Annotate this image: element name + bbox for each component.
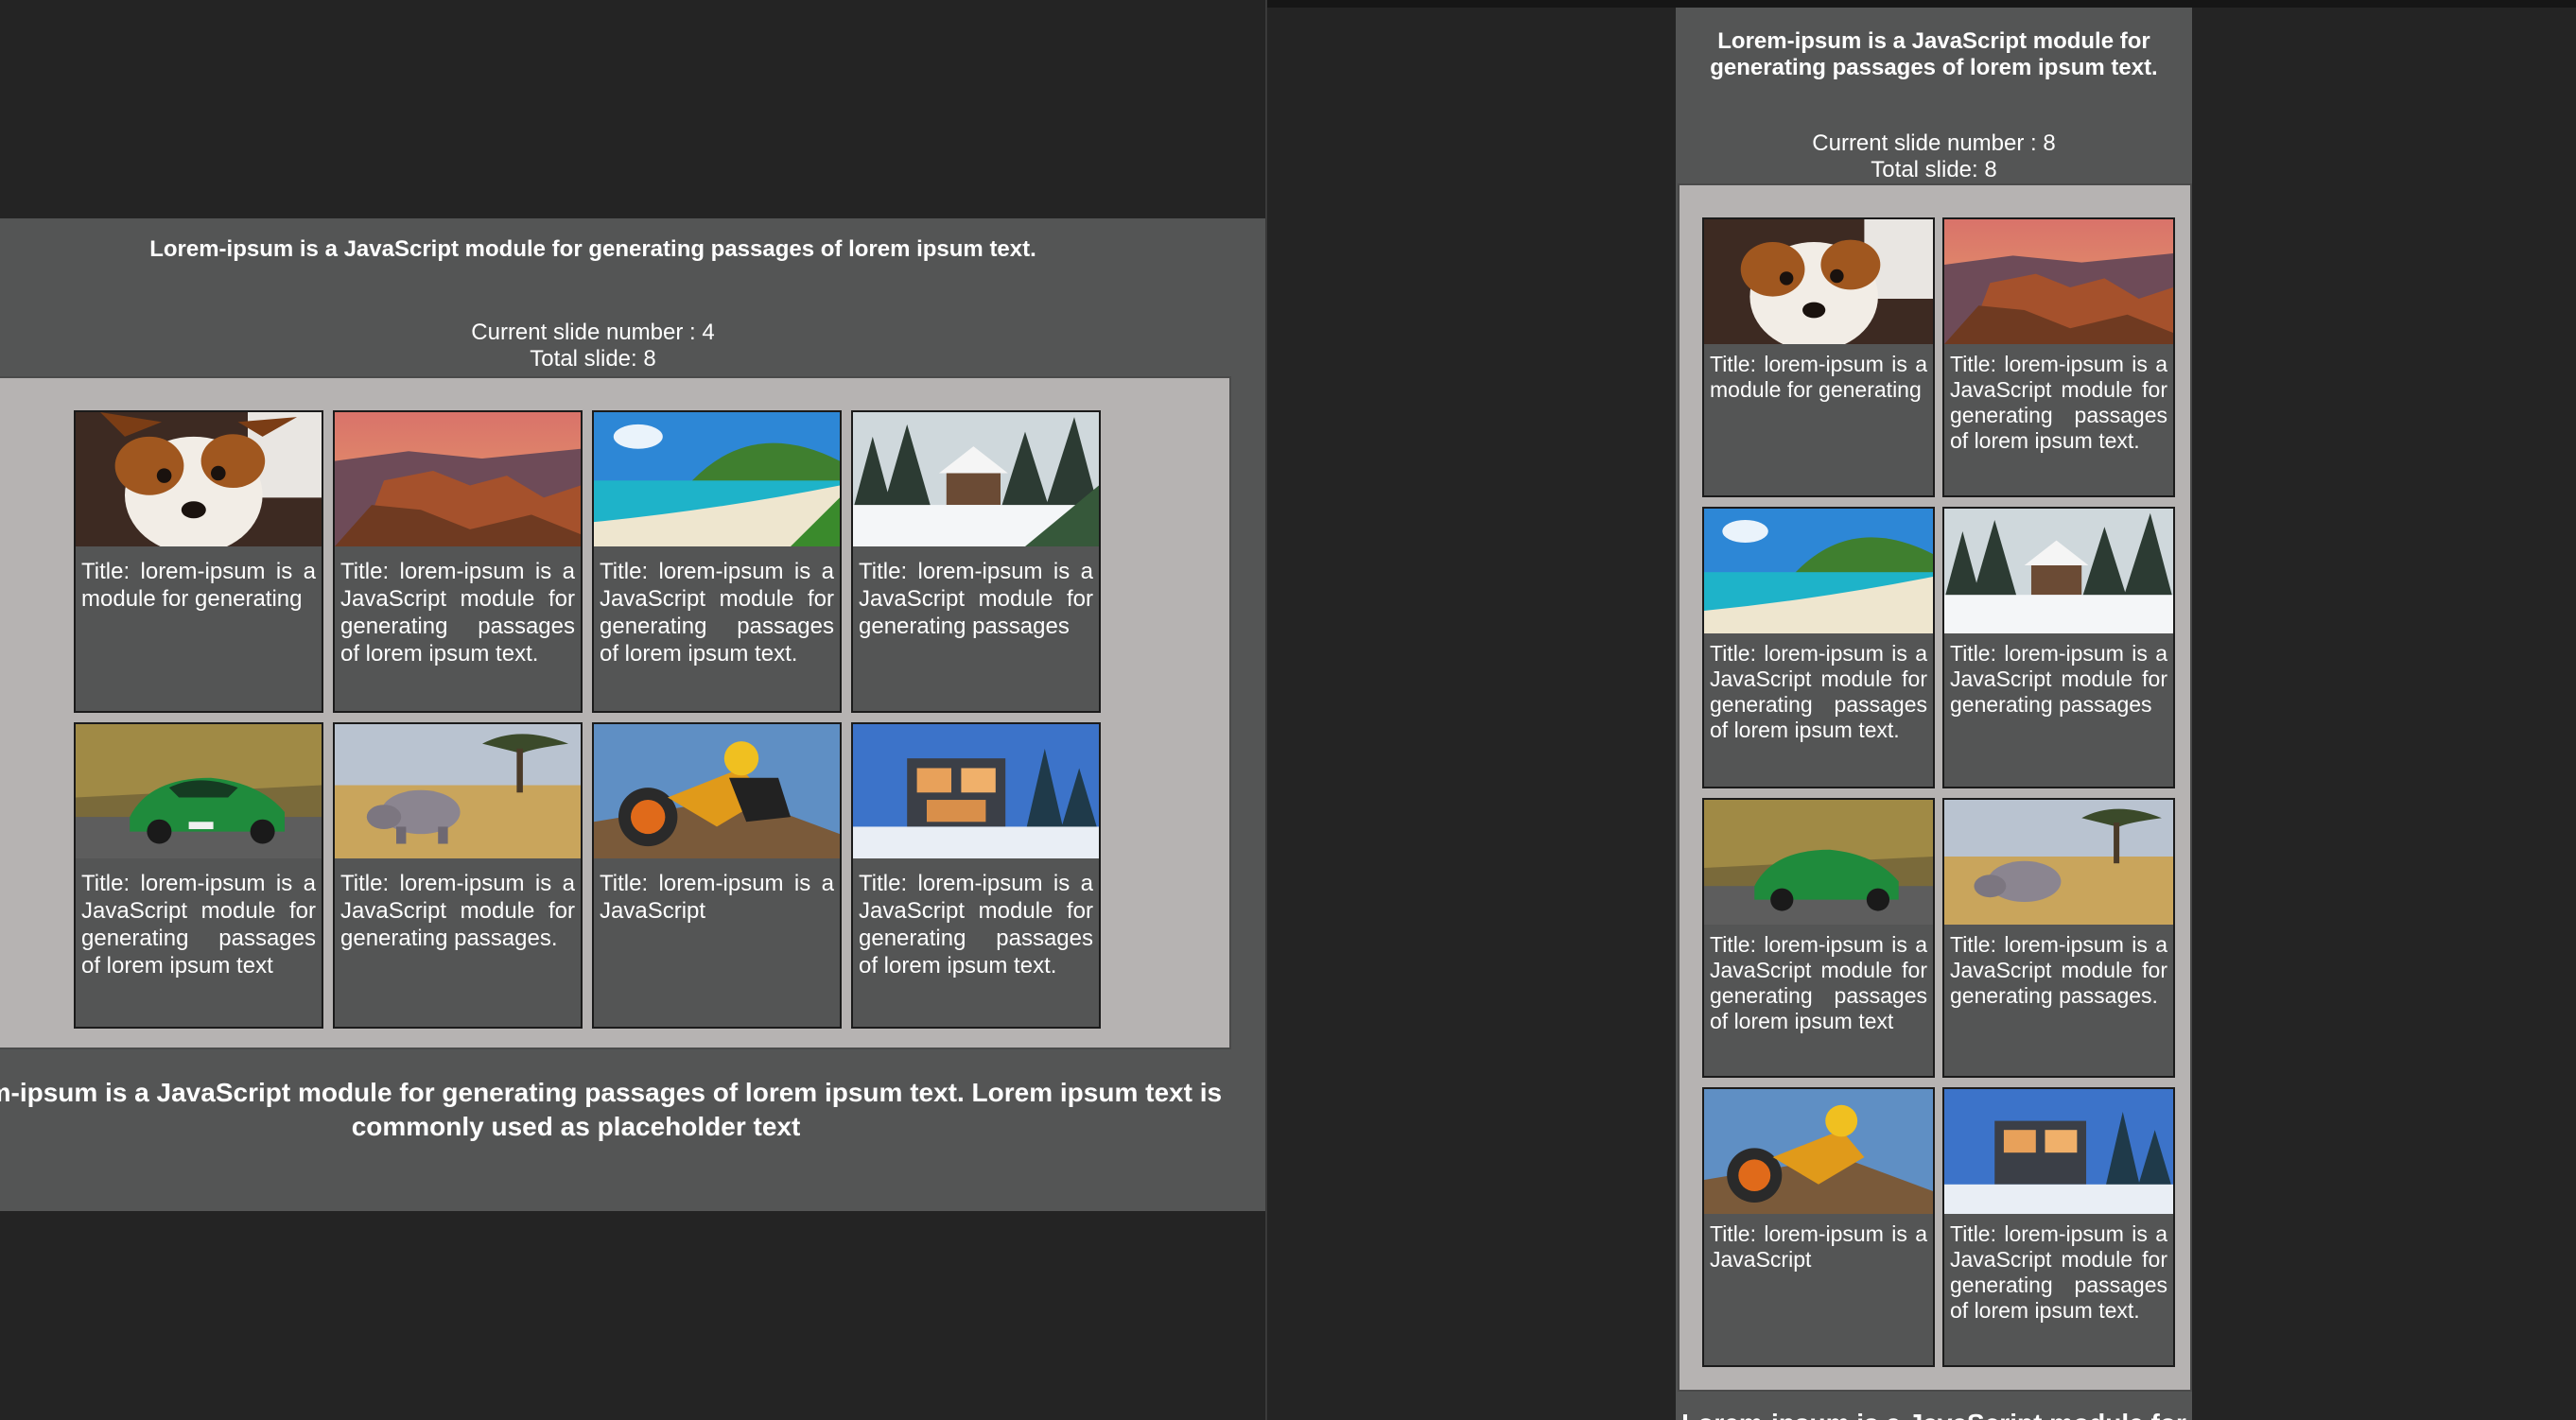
card-caption: Title: lorem-ipsum is a JavaScript modul… — [859, 871, 1093, 978]
card-snow-cabin[interactable]: Title: lorem-ipsum is a JavaScript modul… — [1942, 507, 2175, 788]
dog-photo — [76, 412, 322, 546]
slide-info: Current slide number : 4 Total slide: 8 — [0, 320, 1186, 372]
card-winter-house[interactable]: Title: lorem-ipsum is a JavaScript modul… — [851, 722, 1101, 1029]
card-caption: Title: lorem-ipsum is a JavaScript — [1710, 1221, 1927, 1272]
dog-photo — [1704, 219, 1933, 344]
right-preview-pane: Lorem-ipsum is a JavaScript module for g… — [1267, 0, 2576, 1420]
winter-house-photo — [1944, 1089, 2173, 1214]
card-canyon[interactable]: Title: lorem-ipsum is a JavaScript modul… — [1942, 217, 2175, 497]
slide-info: Current slide number : 8 Total slide: 8 — [1676, 130, 2192, 183]
card-dog[interactable]: Title: lorem-ipsum is a module for gener… — [74, 410, 323, 713]
card-caption: Title: lorem-ipsum is a JavaScript modul… — [340, 559, 575, 667]
current-slide-number: Current slide number : 8 — [1812, 130, 2056, 156]
green-car-photo — [1704, 800, 1933, 925]
card-beach[interactable]: Title: lorem-ipsum is a JavaScript modul… — [592, 410, 842, 713]
card-beach[interactable]: Title: lorem-ipsum is a JavaScript modul… — [1702, 507, 1935, 788]
card-rhino[interactable]: Title: lorem-ipsum is a JavaScript modul… — [333, 722, 583, 1029]
card-caption: Title: lorem-ipsum is a JavaScript modul… — [1950, 932, 2167, 1008]
green-car-photo — [76, 724, 322, 858]
motocross-photo — [1704, 1089, 1933, 1214]
card-caption: Title: lorem-ipsum is a JavaScript — [600, 871, 834, 924]
total-slides: Total slide: 8 — [1871, 157, 1997, 182]
card-caption: Title: lorem-ipsum is a JavaScript modul… — [1950, 352, 2167, 453]
slider-title: Lorem-ipsum is a JavaScript module for g… — [1710, 28, 2158, 80]
card-snow-cabin[interactable]: Title: lorem-ipsum is a JavaScript modul… — [851, 410, 1101, 713]
rhino-photo — [1944, 800, 2173, 925]
motocross-photo — [594, 724, 840, 858]
snow-cabin-photo — [853, 412, 1099, 546]
card-caption: Title: lorem-ipsum is a JavaScript modul… — [600, 559, 834, 667]
card-caption: Title: lorem-ipsum is a JavaScript modul… — [81, 871, 316, 978]
card-caption: Title: lorem-ipsum is a JavaScript modul… — [1710, 932, 1927, 1033]
card-grid: Title: lorem-ipsum is a module for gener… — [1678, 183, 2192, 1392]
card-motocross[interactable]: Title: lorem-ipsum is a JavaScript — [592, 722, 842, 1029]
card-dog[interactable]: Title: lorem-ipsum is a module for gener… — [1702, 217, 1935, 497]
card-winter-house[interactable]: Title: lorem-ipsum is a JavaScript modul… — [1942, 1087, 2175, 1367]
card-caption: Title: lorem-ipsum is a module for gener… — [81, 559, 316, 612]
card-caption: Title: lorem-ipsum is a JavaScript modul… — [1950, 641, 2167, 717]
card-caption: Title: lorem-ipsum is a module for gener… — [1710, 352, 1927, 402]
current-slide-number: Current slide number : 4 — [471, 320, 715, 345]
winter-house-photo — [853, 724, 1099, 858]
card-canyon[interactable]: Title: lorem-ipsum is a JavaScript modul… — [333, 410, 583, 713]
rhino-photo — [335, 724, 581, 858]
footer-text: Lorem-ipsum is a JavaScript module for g… — [0, 1078, 1223, 1141]
card-caption: Title: lorem-ipsum is a JavaScript modul… — [859, 559, 1093, 639]
canyon-photo — [335, 412, 581, 546]
card-green-car[interactable]: Title: lorem-ipsum is a JavaScript modul… — [74, 722, 323, 1029]
card-grid: Title: lorem-ipsum is a module for gener… — [0, 376, 1231, 1049]
beach-photo — [1704, 509, 1933, 633]
card-caption: Title: lorem-ipsum is a JavaScript modul… — [1710, 641, 1927, 742]
card-motocross[interactable]: Title: lorem-ipsum is a JavaScript — [1702, 1087, 1935, 1367]
card-rhino[interactable]: Title: lorem-ipsum is a JavaScript modul… — [1942, 798, 2175, 1078]
left-preview-pane: Lorem-ipsum is a JavaScript module for g… — [0, 0, 1265, 1420]
card-caption: Title: lorem-ipsum is a JavaScript modul… — [340, 871, 575, 951]
beach-photo — [594, 412, 840, 546]
card-caption: Title: lorem-ipsum is a JavaScript modul… — [1950, 1221, 2167, 1323]
slider-title: Lorem-ipsum is a JavaScript module for g… — [149, 236, 1036, 262]
footer-text: Lorem-ipsum is a JavaScript module for — [1676, 1407, 2192, 1420]
total-slides: Total slide: 8 — [530, 346, 656, 372]
card-green-car[interactable]: Title: lorem-ipsum is a JavaScript modul… — [1702, 798, 1935, 1078]
canyon-photo — [1944, 219, 2173, 344]
snow-cabin-photo — [1944, 509, 2173, 633]
